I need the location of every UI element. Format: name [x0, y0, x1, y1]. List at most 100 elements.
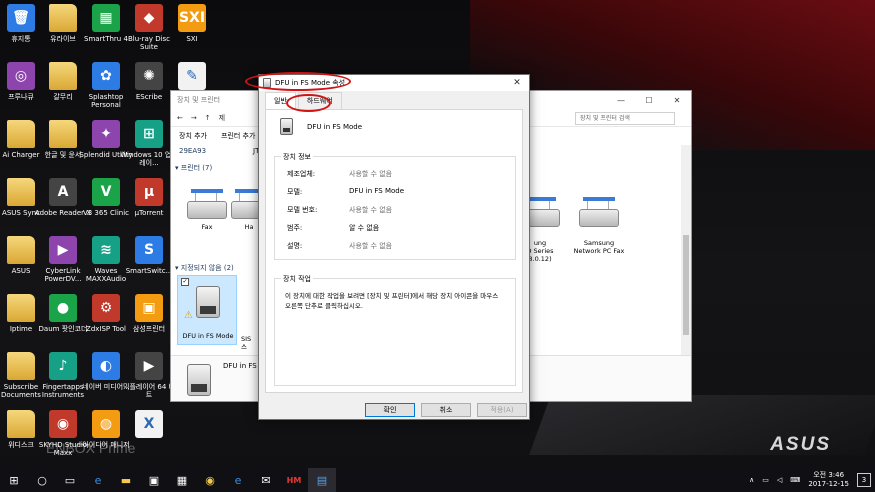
up-arrow-icon[interactable]: ↑ [205, 114, 211, 122]
device-dfu-selected[interactable]: ✓ ⚠ DFU in FS Mode [177, 275, 237, 345]
device-label: DFU in FS Mode [182, 332, 234, 340]
desktop-icon[interactable]: ✎ [163, 62, 221, 93]
recycle-bin-icon: 🗑 [7, 4, 35, 32]
info-key: 범주: [287, 224, 303, 232]
section-printers-label: 프린터 (7) [180, 164, 213, 172]
section-unspecified[interactable]: ▾ 지정되지 않음 (2) [175, 263, 234, 273]
details-device-name: DFU in FS [223, 362, 257, 370]
ie-icon[interactable]: e [224, 468, 252, 492]
explorer-icon[interactable]: ▬ [112, 468, 140, 492]
folder-icon [49, 4, 77, 32]
section-printers[interactable]: ▾ 프린터 (7) [175, 163, 212, 173]
close-button[interactable]: ✕ [663, 91, 691, 109]
document-icon: ✎ [178, 62, 206, 90]
info-value: 알 수 없음 [349, 224, 380, 232]
naver-media-icon: ◐ [92, 352, 120, 380]
store-icon[interactable]: ▣ [140, 468, 168, 492]
info-key: 제조업체: [287, 170, 316, 178]
task-view-icon[interactable]: ▭ [56, 468, 84, 492]
network-icon[interactable]: ▭ [762, 476, 769, 484]
notification-icon[interactable]: 3 [857, 473, 871, 487]
info-row-category: 범주: 알 수 없음 [287, 223, 379, 233]
clock[interactable]: 오전 3:46 2017-12-15 [808, 471, 849, 489]
scrollbar[interactable] [681, 145, 691, 355]
clock-time: 오전 3:46 [813, 471, 845, 479]
window-controls: — ☐ ✕ [607, 91, 691, 109]
desktop-icon[interactable]: X [120, 410, 178, 441]
device-label-top: 29EA93 [179, 147, 207, 155]
pruna-icon: ◎ [7, 62, 35, 90]
close-icon[interactable]: ✕ [505, 75, 529, 91]
scrollbar-thumb[interactable] [683, 235, 689, 335]
add-device-button[interactable]: 장치 추가 [179, 131, 207, 141]
search-input[interactable]: 장치 및 프린터 검색 [575, 112, 675, 125]
info-value: DFU in FS Mode [349, 187, 405, 195]
idea-icon: ◍ [92, 410, 120, 438]
edge-icon[interactable]: e [84, 468, 112, 492]
desktop-icon-label: SXI [186, 35, 198, 43]
checkbox[interactable]: ✓ [181, 278, 189, 286]
tab-hardware[interactable]: 하드웨어 [297, 92, 342, 109]
minimize-button[interactable]: — [607, 91, 635, 109]
splashtop-icon: ✿ [92, 62, 120, 90]
drive-icon [196, 286, 220, 318]
keyboard-icon[interactable]: ⌨ [790, 476, 800, 484]
forward-arrow-icon[interactable]: → [191, 114, 197, 122]
clock-date: 2017-12-15 [808, 480, 849, 488]
address-crumb[interactable]: 제 [219, 113, 225, 123]
general-tab-panel: DFU in FS Mode 장치 정보 제조업체: 사용할 수 없음 모델: … [265, 109, 523, 393]
sxi-icon: SXI [178, 4, 206, 32]
mail-icon[interactable]: ✉ [252, 468, 280, 492]
start-icon[interactable]: ⊞ [0, 468, 28, 492]
device-header: DFU in FS Mode [280, 118, 362, 135]
calculator-icon[interactable]: ▦ [168, 468, 196, 492]
dialog-title: DFU in FS Mode 속성 [275, 79, 346, 87]
search-icon[interactable]: ○ [28, 468, 56, 492]
drive-icon [187, 364, 211, 396]
taskbar: ⊞ ○ ▭ e ▬ ▣ ▦ ◉ e ✉ HM ▤ ∧ ▭ ◁ ⌨ 오전 3:46… [0, 468, 875, 492]
folder-icon [49, 62, 77, 90]
splendid-icon: ✦ [92, 120, 120, 148]
printer-samsung-pc-fax[interactable]: Samsung Network PC Fax [567, 189, 631, 263]
printer-icon [577, 197, 621, 227]
cancel-button[interactable]: 취소 [421, 403, 471, 417]
chevron-up-icon[interactable]: ∧ [749, 476, 754, 484]
dialog-tabs: 일반 하드웨어 [259, 91, 529, 109]
info-value: 사용할 수 없음 [349, 206, 393, 214]
device-info-group: 장치 정보 제조업체: 사용할 수 없음 모델: DFU in FS Mode … [274, 152, 516, 260]
folder-icon [7, 236, 35, 264]
back-arrow-icon[interactable]: ← [177, 114, 183, 122]
smartswitch-icon: S [135, 236, 163, 264]
folder-icon [49, 120, 77, 148]
folder-icon [7, 410, 35, 438]
tab-general[interactable]: 일반 [265, 92, 296, 109]
ok-button[interactable]: 확인 [365, 403, 415, 417]
warning-icon: ⚠ [184, 310, 193, 321]
device-name: DFU in FS Mode [307, 122, 363, 131]
window-title: 장치 및 프린터 [177, 96, 221, 104]
desktop-icon[interactable]: SXI SXI [163, 4, 221, 43]
device-label: Fax [201, 223, 213, 231]
info-key: 모델: [287, 188, 303, 196]
volume-icon[interactable]: ◁ [777, 476, 782, 484]
info-row-manufacturer: 제조업체: 사용할 수 없음 [287, 169, 392, 179]
system-tray: ∧ ▭ ◁ ⌨ 오전 3:46 2017-12-15 3 [749, 468, 875, 492]
info-value: 사용할 수 없음 [349, 170, 393, 178]
device-tasks-group: 장치 작업 이 장치에 대한 작업을 보려면 [장치 및 프린터]에서 해당 장… [274, 274, 516, 386]
windows-icon: ⊞ [135, 120, 163, 148]
samsung-printer-icon: ▣ [135, 294, 163, 322]
chrome-icon[interactable]: ◉ [196, 468, 224, 492]
printer-fax[interactable]: Fax [177, 189, 237, 231]
asus-logo: ASUS [770, 434, 831, 455]
hm-icon[interactable]: HM [280, 468, 308, 492]
maximize-button[interactable]: ☐ [635, 91, 663, 109]
drive-icon [280, 118, 293, 135]
add-printer-button[interactable]: 프린터 추가 [221, 131, 255, 141]
apply-button[interactable]: 적용(A) [477, 403, 527, 417]
folder-icon [7, 178, 35, 206]
dialog-titlebar[interactable]: DFU in FS Mode 속성 [259, 75, 529, 91]
skyhd-icon: ◉ [49, 410, 77, 438]
info-value: 사용할 수 없음 [349, 242, 393, 250]
remote-icon[interactable]: ▤ [308, 468, 336, 492]
device-properties-dialog[interactable]: DFU in FS Mode 속성 ✕ 일반 하드웨어 DFU in FS Mo… [258, 74, 530, 420]
